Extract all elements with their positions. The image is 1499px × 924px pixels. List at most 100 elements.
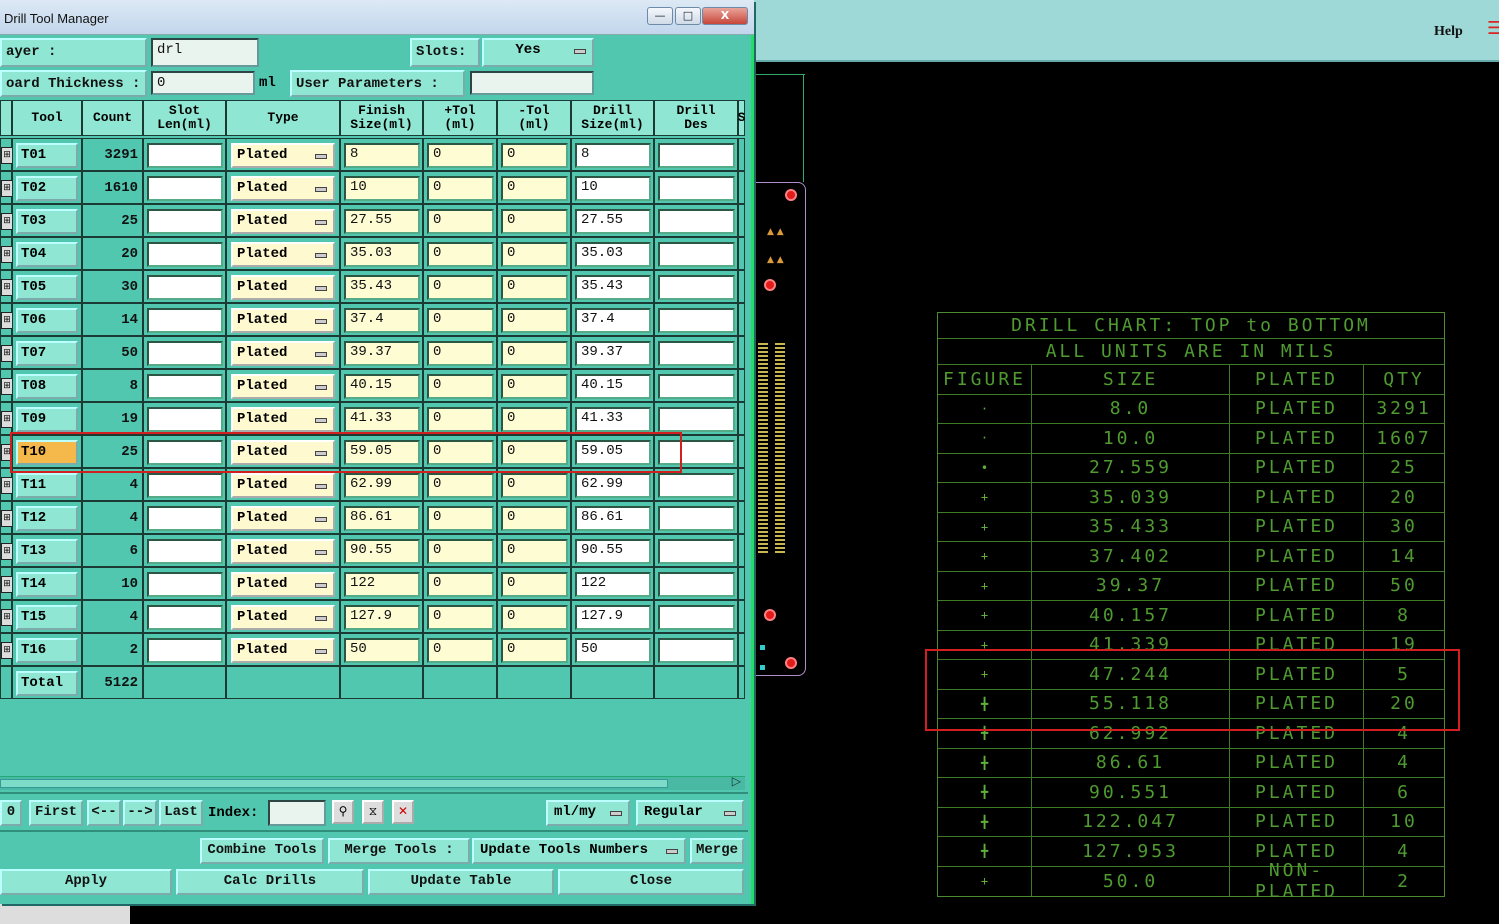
plus-tol-input[interactable]: 0 (427, 176, 494, 201)
drill-size-input[interactable]: 41.33 (575, 407, 651, 432)
slot-len-input[interactable] (147, 143, 223, 168)
type-dropdown[interactable]: Plated (231, 407, 335, 432)
drill-size-input[interactable]: 50 (575, 638, 651, 663)
slots-dropdown[interactable]: Yes (482, 38, 594, 67)
finish-size-input[interactable]: 37.4 (344, 308, 420, 333)
type-dropdown[interactable]: Plated (231, 143, 335, 168)
drill-des-input[interactable] (658, 275, 735, 300)
plus-tol-input[interactable]: 0 (427, 143, 494, 168)
find-icon[interactable]: ⚲ (332, 800, 354, 824)
combine-tools-button[interactable]: Combine Tools (200, 838, 324, 864)
tool-button[interactable]: T16 (16, 638, 78, 663)
update-table-button[interactable]: Update Table (368, 869, 554, 895)
slot-len-input[interactable] (147, 539, 223, 564)
minus-tol-input[interactable]: 0 (501, 308, 568, 333)
plus-tol-input[interactable]: 0 (427, 605, 494, 630)
plus-tol-input[interactable]: 0 (427, 638, 494, 663)
tool-button[interactable]: T07 (16, 341, 78, 366)
plus-tol-input[interactable]: 0 (427, 209, 494, 234)
type-dropdown[interactable]: Plated (231, 374, 335, 399)
slot-len-input[interactable] (147, 473, 223, 498)
tool-button[interactable]: T14 (16, 572, 78, 597)
type-dropdown[interactable]: Plated (231, 209, 335, 234)
plus-tol-input[interactable]: 0 (427, 341, 494, 366)
drill-size-input[interactable]: 37.4 (575, 308, 651, 333)
slot-len-input[interactable] (147, 407, 223, 432)
index-input[interactable] (268, 800, 326, 826)
finish-size-input[interactable]: 27.55 (344, 209, 420, 234)
tool-button[interactable]: T12 (16, 506, 78, 531)
drill-size-input[interactable]: 86.61 (575, 506, 651, 531)
minus-tol-input[interactable]: 0 (501, 605, 568, 630)
tool-button[interactable]: T01 (16, 143, 78, 168)
close-button[interactable]: Close (558, 869, 744, 895)
apply-button[interactable]: Apply (0, 869, 172, 895)
drill-des-input[interactable] (658, 143, 735, 168)
slot-len-input[interactable] (147, 275, 223, 300)
title-bar[interactable]: Drill Tool Manager — □ X (0, 0, 754, 35)
plus-tol-input[interactable]: 0 (427, 506, 494, 531)
slot-len-input[interactable] (147, 374, 223, 399)
tool-button[interactable]: T05 (16, 275, 78, 300)
calc-drills-button[interactable]: Calc Drills (176, 869, 364, 895)
type-dropdown[interactable]: Plated (231, 473, 335, 498)
tool-button[interactable]: T15 (16, 605, 78, 630)
drill-size-input[interactable]: 122 (575, 572, 651, 597)
tool-button[interactable]: T11 (16, 473, 78, 498)
plus-tol-input[interactable]: 0 (427, 539, 494, 564)
finish-size-input[interactable]: 40.15 (344, 374, 420, 399)
minus-tol-input[interactable]: 0 (501, 275, 568, 300)
first-button[interactable]: First (29, 800, 83, 826)
drill-des-input[interactable] (658, 539, 735, 564)
plus-tol-input[interactable]: 0 (427, 473, 494, 498)
drill-des-input[interactable] (658, 176, 735, 201)
next-button[interactable]: --> (123, 800, 157, 826)
slot-len-input[interactable] (147, 572, 223, 597)
minus-tol-input[interactable]: 0 (501, 242, 568, 267)
maximize-button[interactable]: □ (675, 7, 701, 25)
type-dropdown[interactable]: Plated (231, 308, 335, 333)
minus-tol-input[interactable]: 0 (501, 539, 568, 564)
page-number[interactable]: 0 (0, 800, 22, 826)
finish-size-input[interactable]: 50 (344, 638, 420, 663)
units-dropdown[interactable]: ml/my (546, 800, 630, 826)
tool-button[interactable]: T03 (16, 209, 78, 234)
drill-size-input[interactable]: 127.9 (575, 605, 651, 630)
minimize-button[interactable]: — (647, 7, 673, 25)
finish-size-input[interactable]: 41.33 (344, 407, 420, 432)
finish-size-input[interactable]: 90.55 (344, 539, 420, 564)
mode-dropdown[interactable]: Regular (636, 800, 744, 826)
user-parameters-input[interactable] (470, 71, 594, 95)
layer-input[interactable]: drl (151, 38, 259, 67)
type-dropdown[interactable]: Plated (231, 506, 335, 531)
type-dropdown[interactable]: Plated (231, 242, 335, 267)
scrollbar-thumb[interactable] (0, 779, 668, 788)
drill-des-input[interactable] (658, 242, 735, 267)
drill-size-input[interactable]: 27.55 (575, 209, 651, 234)
board-thickness-input[interactable]: 0 (151, 71, 255, 95)
close-window-button[interactable]: X (702, 7, 748, 25)
minus-tol-input[interactable]: 0 (501, 473, 568, 498)
type-dropdown[interactable]: Plated (231, 572, 335, 597)
tool-button[interactable]: T08 (16, 374, 78, 399)
drill-des-input[interactable] (658, 572, 735, 597)
plus-tol-input[interactable]: 0 (427, 275, 494, 300)
minus-tol-input[interactable]: 0 (501, 506, 568, 531)
finish-size-input[interactable]: 62.99 (344, 473, 420, 498)
drill-size-input[interactable]: 35.03 (575, 242, 651, 267)
update-tools-numbers-dropdown[interactable]: Update Tools Numbers (472, 838, 686, 864)
sort-icon[interactable]: ⧖ (362, 800, 384, 824)
finish-size-input[interactable]: 10 (344, 176, 420, 201)
minus-tol-input[interactable]: 0 (501, 374, 568, 399)
finish-size-input[interactable]: 35.03 (344, 242, 420, 267)
finish-size-input[interactable]: 8 (344, 143, 420, 168)
drill-des-input[interactable] (658, 473, 735, 498)
tool-button[interactable]: T02 (16, 176, 78, 201)
tool-button[interactable]: T06 (16, 308, 78, 333)
drill-size-input[interactable]: 62.99 (575, 473, 651, 498)
slot-len-input[interactable] (147, 605, 223, 630)
drill-size-input[interactable]: 8 (575, 143, 651, 168)
plus-tol-input[interactable]: 0 (427, 374, 494, 399)
type-dropdown[interactable]: Plated (231, 275, 335, 300)
finish-size-input[interactable]: 122 (344, 572, 420, 597)
